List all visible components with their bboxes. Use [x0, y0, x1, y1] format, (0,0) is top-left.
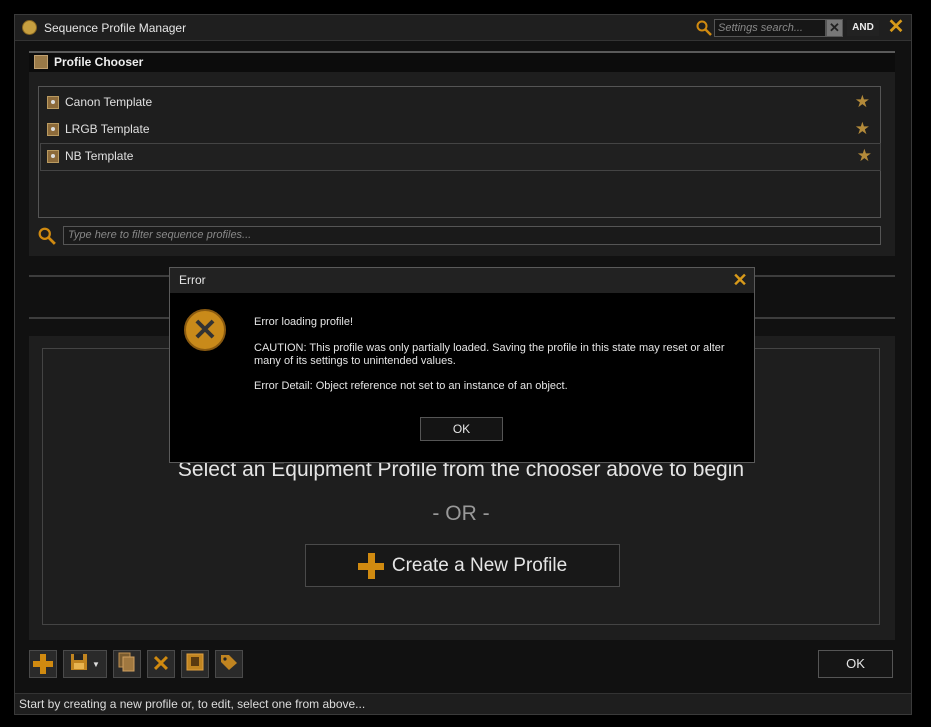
- tag-profile-button[interactable]: [215, 650, 243, 678]
- copy-profile-button[interactable]: [113, 650, 141, 678]
- profile-icon: [47, 96, 59, 109]
- error-caution-text: CAUTION: This profile was only partially…: [254, 342, 725, 367]
- profile-icon: [47, 123, 59, 136]
- profile-label: LRGB Template: [65, 122, 150, 136]
- ok-button[interactable]: OK: [818, 650, 893, 678]
- window-title: Sequence Profile Manager: [44, 21, 187, 35]
- and-toggle-button[interactable]: AND: [847, 20, 879, 36]
- import-icon: [186, 653, 204, 676]
- create-profile-label: Create a New Profile: [391, 554, 568, 576]
- dialog-ok-button[interactable]: OK: [420, 417, 503, 441]
- profile-row[interactable]: LRGB Template ★: [40, 116, 879, 142]
- chevron-down-icon[interactable]: ▼: [92, 660, 100, 669]
- or-text: - OR -: [432, 502, 490, 525]
- search-icon: [696, 20, 712, 36]
- profile-list: Canon Template ★ LRGB Template ★ NB Temp…: [38, 86, 881, 218]
- save-profile-button[interactable]: ▼: [63, 650, 107, 678]
- error-icon: ✕: [184, 309, 226, 351]
- profile-label: Canon Template: [65, 95, 153, 109]
- status-bar: Start by creating a new profile or, to e…: [15, 693, 911, 714]
- star-icon[interactable]: ★: [855, 92, 870, 112]
- save-icon: [70, 653, 90, 676]
- profile-chooser-header: [29, 53, 895, 72]
- filter-search-icon: [38, 227, 56, 245]
- create-profile-button[interactable]: Create a New Profile: [305, 544, 620, 587]
- star-icon[interactable]: ★: [855, 119, 870, 139]
- profile-filter-input[interactable]: Type here to filter sequence profiles...: [63, 226, 881, 245]
- import-profile-button[interactable]: [181, 650, 209, 678]
- profile-row[interactable]: Canon Template ★: [40, 89, 879, 115]
- delete-icon: ✕: [151, 651, 171, 676]
- delete-profile-button[interactable]: ✕: [147, 650, 175, 678]
- app-icon: [22, 20, 37, 35]
- clear-icon[interactable]: ✕: [826, 19, 843, 37]
- profile-row[interactable]: NB Template ★: [40, 143, 881, 171]
- add-profile-button[interactable]: [29, 650, 57, 678]
- add-icon: [33, 654, 53, 674]
- error-detail-text: Error Detail: Object reference not set t…: [254, 380, 568, 392]
- copy-icon: [118, 652, 136, 677]
- error-dialog-title-bar: [170, 268, 754, 293]
- star-icon[interactable]: ★: [857, 146, 872, 166]
- close-icon[interactable]: ✕: [885, 16, 907, 38]
- profile-label: NB Template: [65, 149, 134, 163]
- error-dialog-title: Error: [179, 273, 206, 287]
- settings-search-input[interactable]: Settings search...: [714, 19, 826, 37]
- close-icon[interactable]: ✕: [729, 268, 751, 293]
- profile-chooser-title: Profile Chooser: [54, 55, 144, 69]
- profile-chooser-icon: [34, 55, 48, 69]
- plus-icon: [357, 552, 384, 579]
- profile-icon: [47, 150, 59, 163]
- tag-icon: [219, 653, 239, 676]
- error-heading: Error loading profile!: [254, 316, 354, 328]
